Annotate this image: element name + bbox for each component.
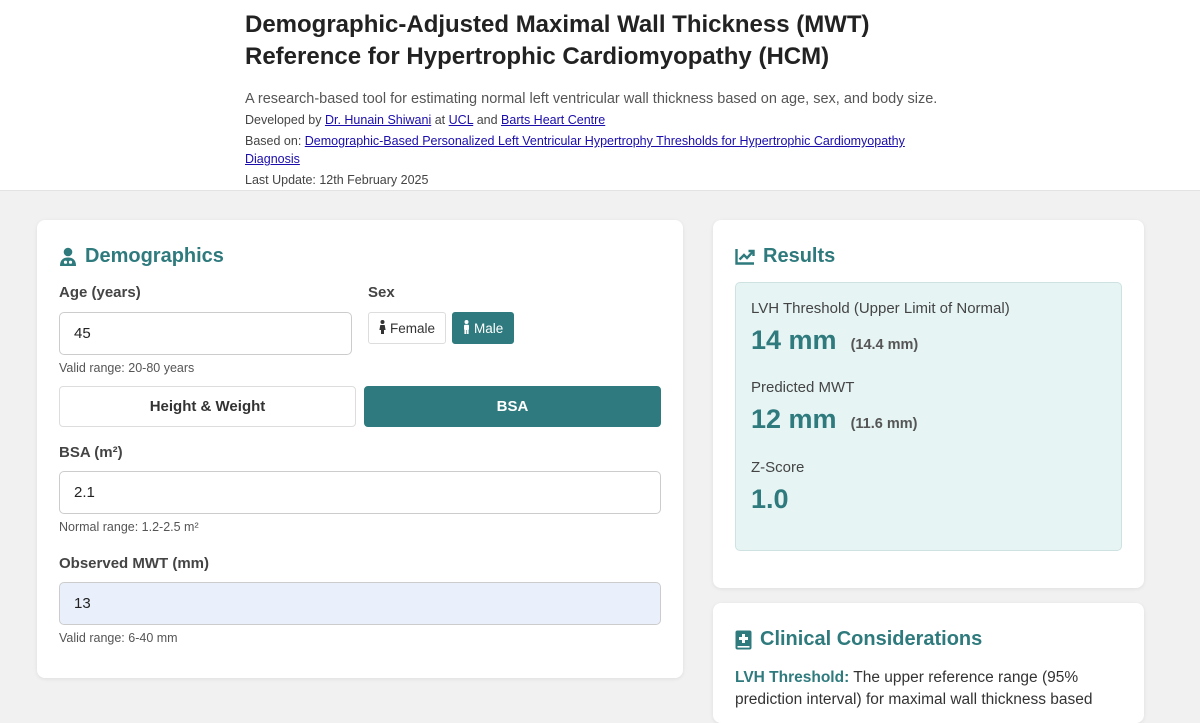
mwt-label: Observed MWT (mm) (59, 555, 210, 572)
clinical-heading: Clinical Considerations (735, 628, 982, 651)
clinical-text: LVH Threshold: The upper reference range… (735, 667, 1125, 711)
z-score-value: 1.0 (751, 484, 789, 514)
predicted-mwt-label: Predicted MWT (751, 379, 855, 396)
mwt-input[interactable] (59, 582, 661, 625)
paper-link[interactable]: Demographic-Based Personalized Left Vent… (245, 134, 905, 166)
age-label: Age (years) (59, 284, 141, 301)
page-subtitle: A research-based tool for estimating nor… (245, 91, 938, 107)
user-doctor-icon (59, 247, 77, 267)
results-card: Results LVH Threshold (Upper Limit of No… (713, 220, 1144, 588)
results-box: LVH Threshold (Upper Limit of Normal) 14… (735, 282, 1122, 551)
demographics-heading-text: Demographics (85, 245, 224, 267)
page-header: Demographic-Adjusted Maximal Wall Thickn… (0, 0, 1200, 191)
chart-line-icon (735, 248, 755, 265)
last-update: Last Update: 12th February 2025 (245, 173, 429, 187)
predicted-mwt-rounded: 12 mm (751, 404, 837, 434)
developer-link[interactable]: Dr. Hunain Shiwani (325, 113, 431, 127)
barts-link[interactable]: Barts Heart Centre (501, 113, 605, 127)
toggle-height-weight[interactable]: Height & Weight (59, 386, 356, 427)
based-on: Based on: Demographic-Based Personalized… (245, 132, 925, 168)
lvh-threshold-value: 14 mm (14.4 mm) (751, 325, 918, 356)
lvh-threshold-exact: (14.4 mm) (850, 337, 919, 353)
at-word: at (434, 113, 446, 127)
clinical-heading-text: Clinical Considerations (760, 628, 983, 650)
based-on-prefix: Based on: (245, 134, 302, 148)
clinical-term: LVH Threshold: (735, 669, 850, 686)
ucl-link[interactable]: UCL (449, 113, 474, 127)
toggle-bsa[interactable]: BSA (364, 386, 661, 427)
header-content: Demographic-Adjusted Maximal Wall Thickn… (245, 9, 945, 189)
sex-male-button[interactable]: Male (452, 312, 515, 344)
clinical-card: Clinical Considerations LVH Threshold: T… (713, 603, 1144, 723)
bsa-input[interactable] (59, 471, 661, 514)
title-line-2: Reference for Hypertrophic Cardiomyopath… (245, 43, 830, 70)
developed-by: Developed by Dr. Hunain Shiwani at UCL a… (245, 111, 945, 129)
title-line-1: Demographic-Adjusted Maximal Wall Thickn… (245, 11, 870, 38)
bsa-hint: Normal range: 1.2-2.5 m² (59, 520, 199, 534)
age-hint: Valid range: 20-80 years (59, 361, 195, 375)
sex-female-label: Female (390, 320, 436, 336)
page-title: Demographic-Adjusted Maximal Wall Thickn… (245, 9, 945, 73)
demographics-heading: Demographics (59, 245, 224, 268)
female-icon (379, 319, 386, 337)
sex-male-label: Male (474, 320, 504, 336)
and-word: and (476, 113, 498, 127)
demographics-card: Demographics Age (years) Valid range: 20… (37, 220, 683, 678)
predicted-mwt-exact: (11.6 mm) (850, 416, 918, 432)
book-medical-icon (735, 630, 752, 650)
bsa-label: BSA (m²) (59, 444, 123, 461)
developed-prefix: Developed by (245, 113, 322, 127)
mwt-hint: Valid range: 6-40 mm (59, 631, 178, 645)
lvh-threshold-rounded: 14 mm (751, 325, 837, 355)
predicted-mwt-value: 12 mm (11.6 mm) (751, 404, 917, 435)
male-icon (463, 319, 470, 337)
lvh-threshold-label: LVH Threshold (Upper Limit of Normal) (751, 300, 1010, 317)
results-heading-text: Results (763, 245, 836, 267)
sex-female-button[interactable]: Female (368, 312, 447, 344)
sex-label: Sex (368, 284, 395, 301)
results-heading: Results (735, 245, 835, 268)
age-input[interactable] (59, 312, 352, 355)
z-score-label: Z-Score (751, 459, 805, 476)
